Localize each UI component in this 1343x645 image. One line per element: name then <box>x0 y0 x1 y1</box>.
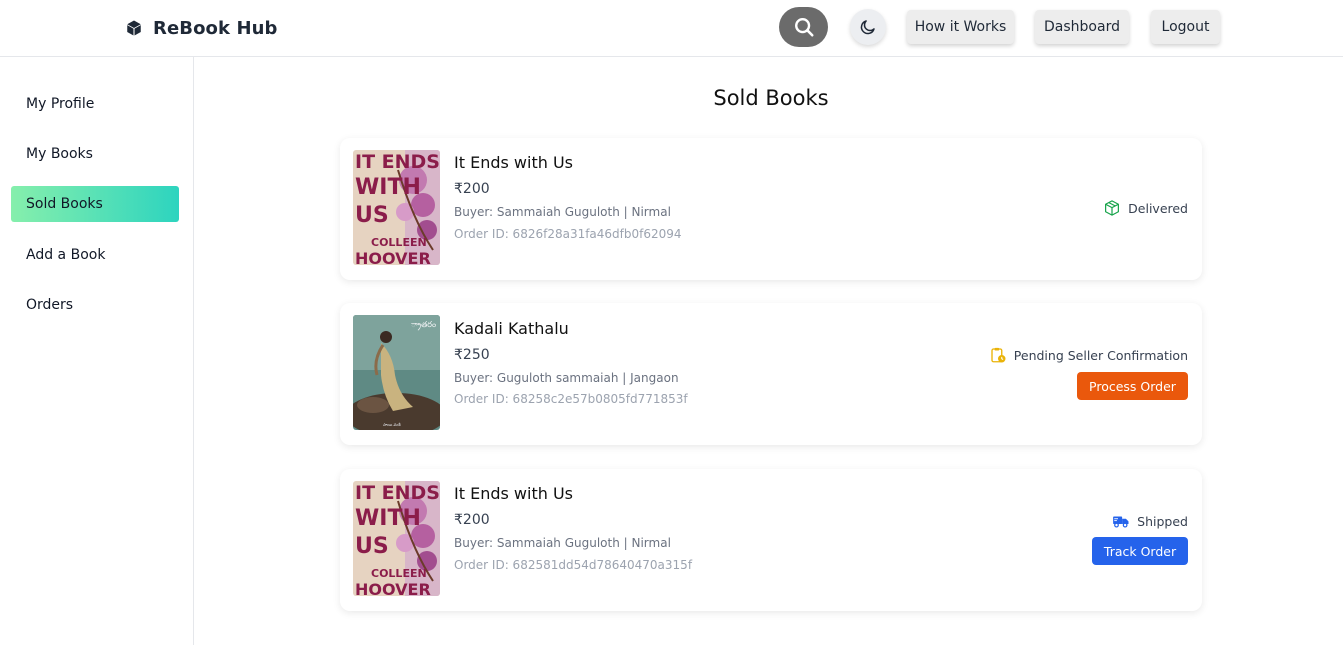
book-cover-illustration: IT ENDS WITH US COLLEEN HOOVER <box>353 481 440 596</box>
svg-text:IT ENDS: IT ENDS <box>355 482 440 504</box>
cube-icon <box>127 20 141 36</box>
dashboard-button[interactable]: Dashboard <box>1035 10 1129 44</box>
svg-text:WITH: WITH <box>355 506 421 531</box>
book-title: Kadali Kathalu <box>454 319 569 338</box>
order-card: ్రాతరం సాయి వంశీ Kadali Kathalu ₹250 Buy… <box>340 303 1202 445</box>
brand-name: ReBook Hub <box>153 17 278 39</box>
moon-icon <box>860 20 875 35</box>
order-id: Order ID: 68258c2e57b0805fd771853f <box>454 392 688 406</box>
sidebar-item-orders[interactable]: Orders <box>11 287 179 323</box>
search-icon <box>794 18 814 37</box>
order-card: IT ENDS WITH US COLLEEN HOOVER It Ends w… <box>340 469 1202 611</box>
book-cover-illustration: IT ENDS WITH US COLLEEN HOOVER <box>353 150 440 265</box>
buyer-info: Buyer: Guguloth sammaiah | Jangaon <box>454 371 679 385</box>
page-title: Sold Books <box>713 86 829 110</box>
sidebar-item-my-books[interactable]: My Books <box>11 136 179 172</box>
status-badge: Delivered <box>1103 198 1188 218</box>
sidebar: My Profile My Books Sold Books Add a Boo… <box>0 57 194 645</box>
order-id: Order ID: 6826f28a31fa46dfb0f62094 <box>454 227 682 241</box>
book-title: It Ends with Us <box>454 484 573 503</box>
book-cover-image[interactable]: ్రాతరం సాయి వంశీ <box>353 315 440 430</box>
svg-text:HOOVER: HOOVER <box>355 580 431 596</box>
book-price: ₹200 <box>454 512 490 528</box>
status-text: Shipped <box>1137 513 1188 529</box>
buyer-info: Buyer: Sammaiah Guguloth | Nirmal <box>454 536 671 550</box>
svg-text:సాయి వంశీ: సాయి వంశీ <box>383 422 401 427</box>
svg-text:HOOVER: HOOVER <box>355 249 431 265</box>
sidebar-item-add-a-book[interactable]: Add a Book <box>11 237 179 273</box>
theme-toggle-button[interactable] <box>850 9 886 45</box>
how-it-works-button[interactable]: How it Works <box>907 10 1014 44</box>
book-title: It Ends with Us <box>454 153 573 172</box>
status-badge: Shipped <box>1112 511 1188 531</box>
status-text: Pending Seller Confirmation <box>1013 347 1188 363</box>
logout-button[interactable]: Logout <box>1151 10 1220 44</box>
buyer-info: Buyer: Sammaiah Guguloth | Nirmal <box>454 205 671 219</box>
process-order-button[interactable]: Process Order <box>1077 372 1188 400</box>
svg-text:IT ENDS: IT ENDS <box>355 151 440 173</box>
book-cover-image[interactable]: IT ENDS WITH US COLLEEN HOOVER <box>353 150 440 265</box>
book-cover-illustration: ్రాతరం సాయి వంశీ <box>353 315 440 430</box>
order-id: Order ID: 682581dd54d78640470a315f <box>454 558 693 572</box>
search-button[interactable] <box>779 7 828 47</box>
sidebar-item-my-profile[interactable]: My Profile <box>11 86 179 122</box>
brand-logo[interactable]: ReBook Hub <box>125 16 278 40</box>
svg-text:US: US <box>355 534 389 559</box>
svg-text:COLLEEN: COLLEEN <box>371 236 427 249</box>
sidebar-item-sold-books[interactable]: Sold Books <box>11 186 179 222</box>
order-card: IT ENDS WITH US COLLEEN HOOVER It Ends w… <box>340 138 1202 280</box>
book-price: ₹250 <box>454 347 490 363</box>
top-navbar: ReBook Hub How it Works Dashboard Logout <box>0 0 1343 57</box>
book-cover-image[interactable]: IT ENDS WITH US COLLEEN HOOVER <box>353 481 440 596</box>
svg-text:US: US <box>355 203 389 228</box>
box-icon <box>1105 200 1120 216</box>
clipboard-clock-icon <box>991 347 1006 363</box>
track-order-button[interactable]: Track Order <box>1092 537 1188 565</box>
status-text: Delivered <box>1128 200 1188 216</box>
book-price: ₹200 <box>454 181 490 197</box>
status-badge: Pending Seller Confirmation <box>989 345 1188 365</box>
svg-text:WITH: WITH <box>355 175 421 200</box>
truck-icon <box>1113 516 1129 528</box>
svg-text:COLLEEN: COLLEEN <box>371 567 427 580</box>
